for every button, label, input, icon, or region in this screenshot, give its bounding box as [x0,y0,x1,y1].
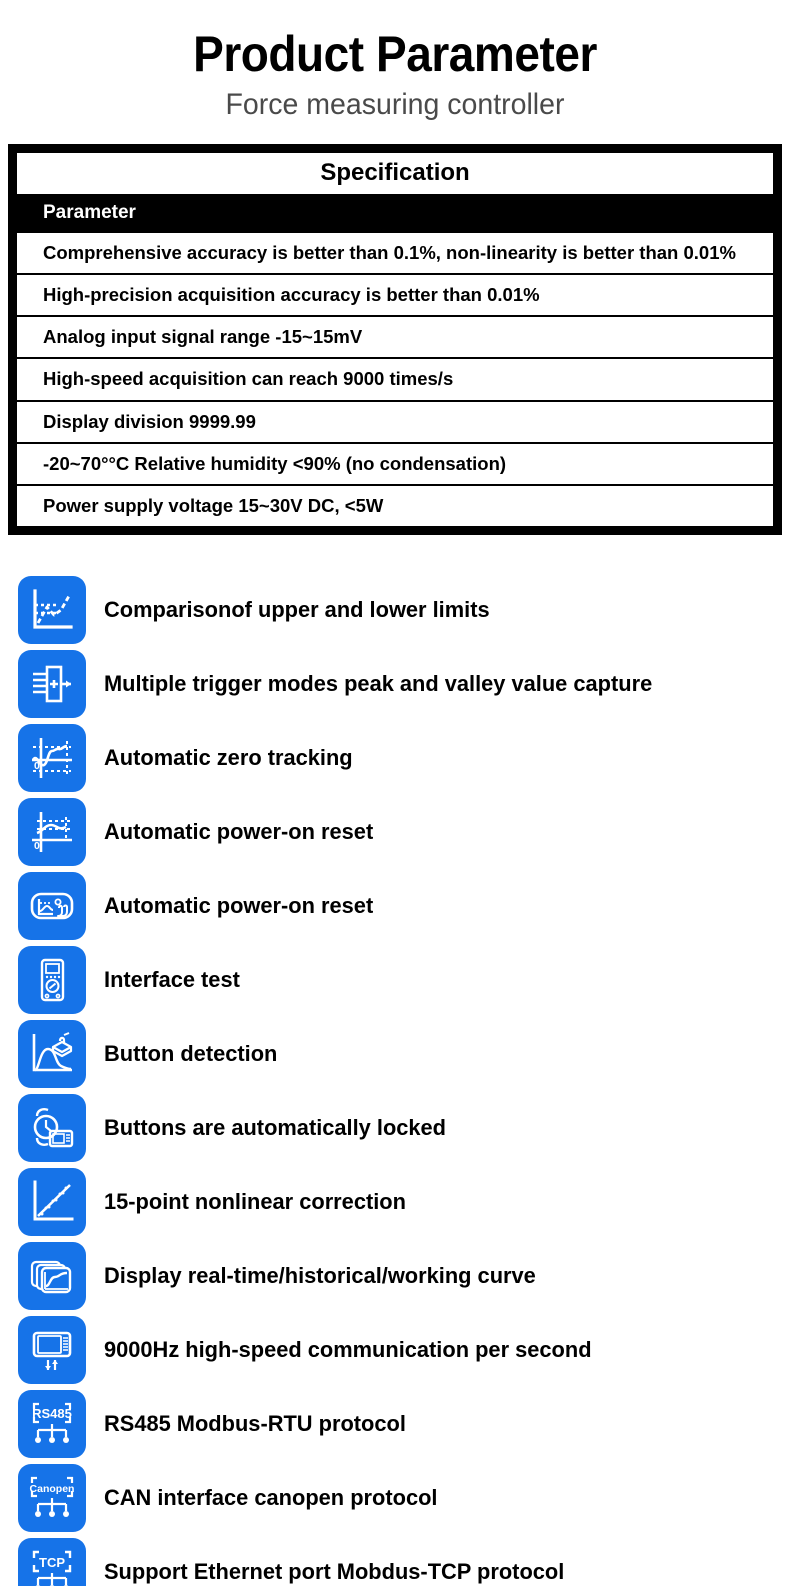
trigger-mode-block-icon [18,650,86,719]
feature-label: Multiple trigger modes peak and valley v… [104,671,653,697]
list-item: 15-point nonlinear correction [18,1165,790,1239]
page-subtitle: Force measuring controller [225,87,565,121]
page-title: Product Parameter [193,26,597,82]
table-row: Display division 9999.99 [17,401,773,444]
list-item: Button detection [18,1017,790,1091]
feature-label: Automatic power-on reset [104,893,374,919]
list-item: Comparisonof upper and lower limits [18,573,790,647]
feature-label: RS485 Modbus-RTU protocol [104,1411,406,1437]
feature-label: Support Ethernet port Mobdus-TCP protoco… [104,1559,565,1585]
feature-label: Comparisonof upper and lower limits [104,597,490,623]
table-row: High-speed acquisition can reach 9000 ti… [17,359,773,402]
page-header: Product Parameter Force measuring contro… [0,0,790,123]
svg-text:0: 0 [34,840,40,852]
list-item: 9000Hz high-speed communication per seco… [18,1313,790,1387]
multimeter-icon [18,946,86,1015]
specification-caption: Specification [17,152,773,195]
stacked-curve-windows-icon [18,1242,86,1311]
specification-rows: Comprehensive accuracy is better than 0.… [17,232,773,527]
power-on-reset-hand-icon [18,872,86,941]
table-row: High-precision acquisition accuracy is b… [17,275,773,318]
nonlinear-correction-scatter-icon [18,1168,86,1237]
list-item: Multiple trigger modes peak and valley v… [18,647,790,721]
list-item: TCP Support Ethernet port Mobdus-TCP pro… [18,1535,790,1586]
power-on-reset-curve-icon: 0 [18,798,86,867]
svg-text:0: 0 [34,760,40,772]
table-row: Analog input signal range -15~15mV [17,317,773,360]
rs485-bus-icon: RS485 [18,1390,86,1459]
list-item: RS485 RS485 Modbus-RTU protocol [18,1387,790,1461]
limit-comparison-chart-icon [18,576,86,645]
rs485-icon-text: RS485 [32,1406,72,1421]
list-item: Canopen CAN interface canopen protocol [18,1461,790,1535]
list-item: Interface test [18,943,790,1017]
feature-label: Display real-time/historical/working cur… [104,1263,536,1289]
table-row: Comprehensive accuracy is better than 0.… [17,232,773,276]
canopen-bus-icon: Canopen [18,1464,86,1533]
clock-lock-device-icon [18,1094,86,1163]
table-row: -20~70°°C Relative humidity <90% (no con… [17,443,773,487]
product-parameter-page: Product Parameter Force measuring contro… [0,0,790,1586]
feature-label: 15-point nonlinear correction [104,1189,406,1215]
specification-table: Specification Parameter Comprehensive ac… [8,143,782,536]
specification-column-header: Parameter [17,194,773,233]
tcp-bus-icon: TCP [18,1538,86,1586]
feature-label: Interface test [104,967,240,993]
feature-label: Automatic zero tracking [104,745,353,771]
display-transfer-arrows-icon [18,1316,86,1385]
feature-list: Comparisonof upper and lower limits Mult… [0,573,790,1586]
feature-label: Buttons are automatically locked [104,1115,447,1141]
feature-label: Automatic power-on reset [104,819,374,845]
list-item: Automatic power-on reset [18,869,790,943]
feature-label: Button detection [104,1041,278,1067]
list-item: 0 Automatic power-on reset [18,795,790,869]
button-detection-hand-icon [18,1020,86,1089]
zero-tracking-waveform-icon: 0 [18,724,86,793]
feature-label: CAN interface canopen protocol [104,1485,438,1511]
list-item: Buttons are automatically locked [18,1091,790,1165]
list-item: Display real-time/historical/working cur… [18,1239,790,1313]
canopen-icon-text: Canopen [30,1483,75,1495]
tcp-icon-text: TCP [39,1555,65,1570]
table-row: Power supply voltage 15~30V DC, <5W [17,486,773,527]
feature-label: 9000Hz high-speed communication per seco… [104,1337,592,1363]
list-item: 0 Automatic zero tracking [18,721,790,795]
